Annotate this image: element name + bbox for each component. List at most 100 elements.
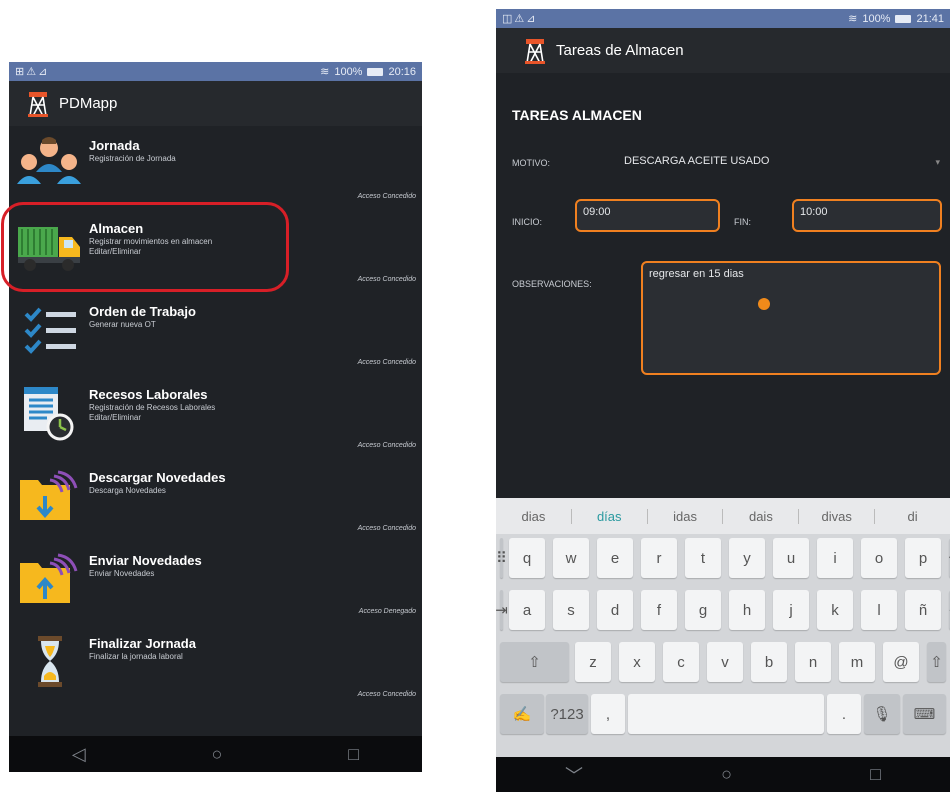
letter-key[interactable]: o [861,538,897,578]
shift-right-icon[interactable]: ⇧ [927,642,946,682]
wifi-icon: ≋ [320,66,330,78]
status-bar: ◫⚠⊿ ≋ 100% 21:41 [496,9,950,28]
home-icon[interactable]: ○ [212,744,223,765]
letter-key[interactable]: d [597,590,633,630]
keyboard-switch-icon[interactable]: ⌨ [903,694,946,734]
letter-key[interactable]: c [663,642,699,682]
letter-key[interactable]: g [685,590,721,630]
tab-icon[interactable]: ⇥ [496,590,508,630]
tower-logo-icon [525,38,545,64]
letter-key[interactable]: n [795,642,831,682]
symbols-key[interactable]: ?123 [546,694,588,734]
letter-key[interactable]: ñ [905,590,941,630]
letter-key[interactable]: @ [883,642,919,682]
app-title: PDMapp [59,95,118,112]
letter-key[interactable]: t [685,538,721,578]
item-subtitle: Finalizar la jornada laboral [89,652,183,661]
text-cursor-handle[interactable] [758,298,770,310]
key-row-4: ✍ ?123 , . 🎙 ⌨ [496,694,950,742]
soft-keyboard: dias días idas dais divas di ⠿ q w e r t y u i o p… [496,498,950,757]
status-icons: ⊞⚠⊿ [15,66,50,78]
item-title: Descargar Novedades [89,470,226,485]
back-icon[interactable]: ◁ [72,744,86,765]
letter-key[interactable]: f [641,590,677,630]
space-key[interactable] [628,694,824,734]
letter-key[interactable]: a [509,590,545,630]
battery-icon [895,14,912,23]
suggestion[interactable]: días [572,508,648,524]
hide-keyboard-icon[interactable]: ﹀ [565,762,583,788]
letter-key[interactable]: e [597,538,633,578]
menu-item-finalizar[interactable]: Finalizar Jornada Finalizar la jornada l… [9,624,422,707]
menu-item-descargar[interactable]: Descargar Novedades Descarga Novedades A… [9,458,422,541]
letter-key[interactable]: x [619,642,655,682]
item-subtitle: Descarga Novedades [89,486,166,495]
letter-key[interactable]: h [729,590,765,630]
letter-key[interactable]: y [729,538,765,578]
report-clock-icon [24,387,74,441]
access-status: Acceso Concedido [357,442,416,449]
suggestion[interactable]: divas [799,508,876,524]
observaciones-textarea[interactable]: regresar en 15 dias [641,261,941,375]
key-row-2: ⇥asdfghjklñ↵ [496,590,950,638]
menu-item-orden-trabajo[interactable]: Orden de Trabajo Generar nueva OT Acceso… [9,292,422,375]
letter-key[interactable]: q [509,538,545,578]
access-status: Acceso Concedido [357,359,416,366]
letter-key[interactable]: j [773,590,809,630]
letter-key[interactable]: s [553,590,589,630]
highlight-ring [1,202,289,292]
emoji-grid-icon[interactable]: ⠿ [496,538,507,578]
menu-item-enviar[interactable]: Enviar Novedades Enviar Novedades Acceso… [9,541,422,624]
letter-key[interactable]: u [773,538,809,578]
access-status: Acceso Concedido [357,193,416,200]
item-subtitle: Registración de Jornada [89,154,176,163]
letter-key[interactable]: p [905,538,941,578]
item-title: Orden de Trabajo [89,304,196,319]
suggestion[interactable]: di [875,509,950,524]
checklist-icon [24,307,76,354]
letter-key[interactable]: m [839,642,875,682]
suggestion[interactable]: dais [723,508,800,524]
phone-left: ⊞⚠⊿ ≋ 100% 20:16 PDMapp Jornada Registra… [9,62,422,772]
letter-key[interactable]: k [817,590,853,630]
access-status: Acceso Concedido [357,276,416,283]
motivo-label: MOTIVO: [512,158,550,168]
fin-input[interactable]: 10:00 [792,199,942,232]
motivo-select[interactable]: DESCARGA ACEITE USADO [624,155,769,167]
item-title: Finalizar Jornada [89,636,196,651]
shift-left-icon[interactable]: ⇧ [500,642,569,682]
suggestion[interactable]: dias [496,508,572,524]
home-icon[interactable]: ○ [721,764,732,785]
phone-right: ◫⚠⊿ ≋ 100% 21:41 Tareas de Almacen TAREA… [496,9,950,792]
access-status: Acceso Denegado [358,608,416,615]
inicio-input[interactable]: 09:00 [575,199,720,232]
comma-key[interactable]: , [591,694,625,734]
letter-key[interactable]: v [707,642,743,682]
letter-key[interactable]: l [861,590,897,630]
battery-percent: 100% [862,12,891,25]
clock: 20:16 [388,65,416,78]
letter-key[interactable]: b [751,642,787,682]
suggestion[interactable]: idas [648,508,724,524]
menu-item-recesos[interactable]: Recesos Laborales Registración de Receso… [9,375,422,458]
access-status: Acceso Concedido [357,691,416,698]
letter-key[interactable]: z [575,642,611,682]
period-key[interactable]: . [827,694,861,734]
observaciones-label: OBSERVACIONES: [512,279,592,289]
status-icons: ◫⚠⊿ [502,13,538,25]
fin-label: FIN: [734,217,751,227]
item-title: Recesos Laborales [89,387,208,402]
letter-key[interactable]: i [817,538,853,578]
item-subtitle: Enviar Novedades [89,569,155,578]
menu-item-jornada[interactable]: Jornada Registración de Jornada Acceso C… [9,126,422,209]
dropdown-arrow-icon[interactable]: ▾ [935,157,940,168]
recents-icon[interactable]: □ [348,744,359,765]
handwriting-icon[interactable]: ✍ [500,694,544,734]
letter-key[interactable]: w [553,538,589,578]
people-icon [17,137,81,184]
access-status: Acceso Concedido [357,525,416,532]
recents-icon[interactable]: □ [870,764,881,785]
form-title: TAREAS ALMACEN [512,107,642,123]
letter-key[interactable]: r [641,538,677,578]
microphone-icon[interactable]: 🎙 [864,694,900,734]
